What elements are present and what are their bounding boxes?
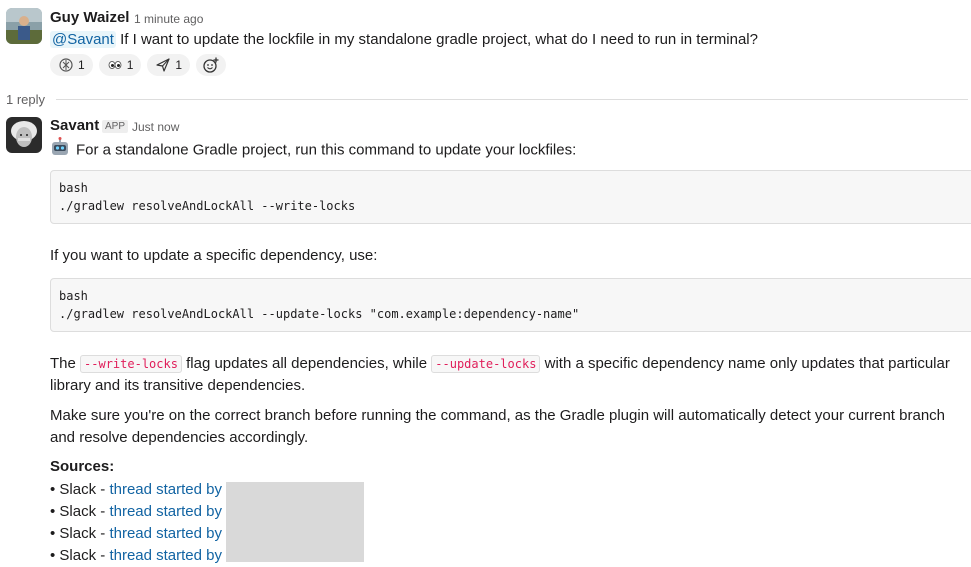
code-language: bash bbox=[59, 181, 88, 195]
app-badge: APP bbox=[102, 120, 129, 133]
source-link[interactable]: thread started by bbox=[109, 503, 222, 520]
author-name[interactable]: Guy Waizel bbox=[50, 9, 129, 26]
openai-icon bbox=[59, 58, 73, 72]
source-prefix: • Slack - bbox=[50, 547, 110, 564]
reaction-openai[interactable]: 1 bbox=[50, 54, 93, 76]
sources-heading: Sources: bbox=[50, 458, 115, 475]
robot-icon bbox=[50, 137, 70, 164]
flags-explanation: The --write-locks flag updates all depen… bbox=[50, 353, 965, 397]
code-block-write-locks[interactable]: bash ./gradlew resolveAndLockAll --write… bbox=[50, 170, 971, 224]
avatar-guy-waizel[interactable] bbox=[6, 8, 42, 44]
source-item: • Slack - thread started by bbox=[50, 479, 222, 501]
user-mention[interactable]: @Savant bbox=[50, 31, 116, 48]
source-item: • Slack - thread started by bbox=[50, 523, 222, 545]
reaction-count: 1 bbox=[78, 58, 85, 72]
author-name[interactable]: Savant bbox=[50, 117, 99, 134]
add-reaction-button[interactable] bbox=[196, 54, 227, 76]
text-fragment: flag updates all dependencies, while bbox=[181, 355, 432, 372]
reaction-eyes[interactable]: 1 bbox=[98, 54, 142, 76]
specific-dependency-text: If you want to update a specific depende… bbox=[50, 247, 378, 264]
inline-code-write-locks: --write-locks bbox=[80, 355, 182, 373]
source-link[interactable]: thread started by bbox=[109, 525, 222, 542]
message-body: @Savant If I want to update the lockfile… bbox=[50, 29, 950, 51]
reaction-bar: 1 1 1 bbox=[50, 54, 227, 76]
source-link[interactable]: thread started by bbox=[109, 481, 222, 498]
source-prefix: • Slack - bbox=[50, 525, 110, 542]
code-command: ./gradlew resolveAndLockAll --update-loc… bbox=[59, 307, 580, 321]
message-timestamp[interactable]: Just now bbox=[132, 120, 179, 134]
source-prefix: • Slack - bbox=[50, 503, 110, 520]
redacted-area bbox=[226, 482, 364, 562]
reaction-paper-plane[interactable]: 1 bbox=[147, 54, 191, 76]
message-timestamp[interactable]: 1 minute ago bbox=[134, 12, 203, 26]
inline-code-update-locks: --update-locks bbox=[431, 355, 541, 373]
thread-divider bbox=[56, 99, 968, 100]
text-fragment: The bbox=[50, 355, 81, 372]
message-text: If I want to update the lockfile in my s… bbox=[115, 31, 758, 48]
message-intro: For a standalone Gradle project, run thi… bbox=[50, 137, 950, 164]
reaction-count: 1 bbox=[126, 58, 134, 72]
source-item: • Slack - thread started by bbox=[50, 545, 222, 567]
intro-text: For a standalone Gradle project, run thi… bbox=[76, 141, 577, 159]
code-language: bash bbox=[59, 289, 88, 303]
code-command: ./gradlew resolveAndLockAll --write-lock… bbox=[59, 199, 356, 213]
source-item: • Slack - thread started by bbox=[50, 501, 222, 523]
code-block-update-locks[interactable]: bash ./gradlew resolveAndLockAll --updat… bbox=[50, 278, 971, 332]
source-prefix: • Slack - bbox=[50, 481, 110, 498]
reaction-count: 1 bbox=[175, 58, 183, 72]
branch-note: Make sure you're on the correct branch b… bbox=[50, 407, 945, 446]
avatar-savant[interactable] bbox=[6, 117, 42, 153]
source-link[interactable]: thread started by bbox=[109, 547, 222, 564]
reply-count[interactable]: 1 reply bbox=[6, 92, 45, 107]
paper-plane-icon bbox=[156, 58, 170, 72]
eyes-icon bbox=[108, 61, 122, 69]
add-emoji-icon bbox=[203, 57, 219, 73]
